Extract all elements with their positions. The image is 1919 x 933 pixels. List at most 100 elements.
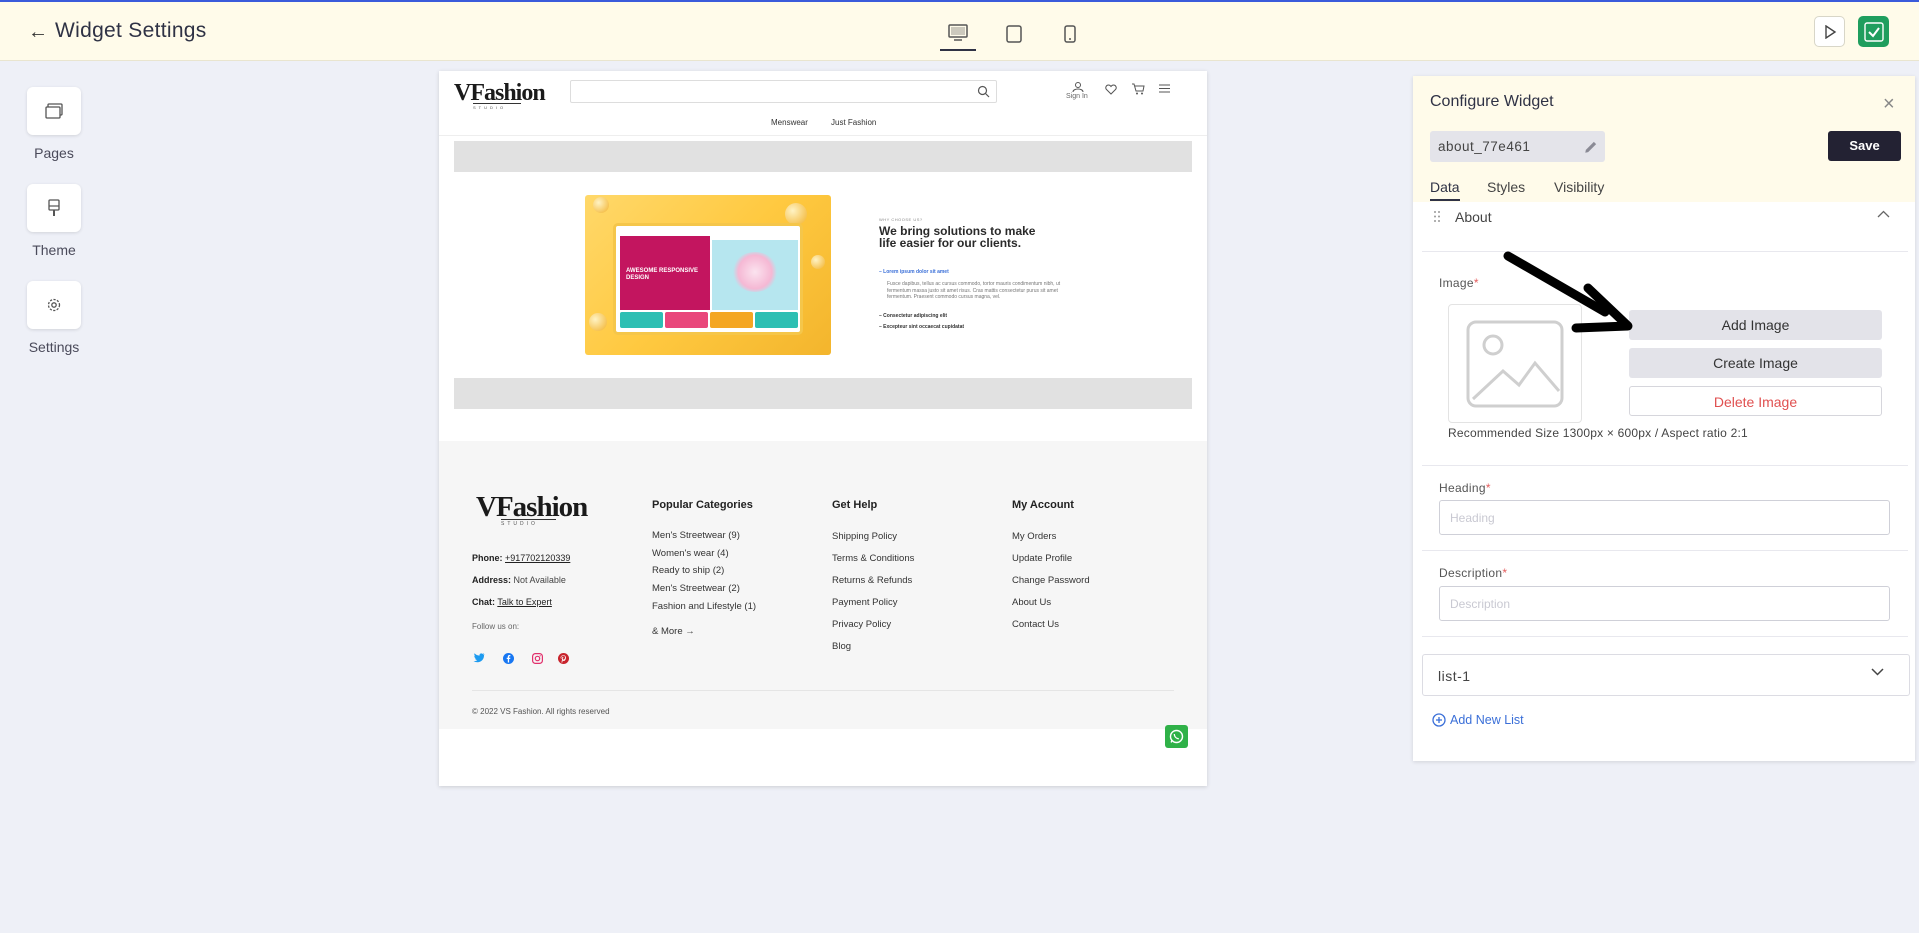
footer-link[interactable]: Blog (832, 641, 851, 652)
footer-phone-link[interactable]: +917702120339 (505, 553, 570, 563)
footer-link[interactable]: Returns & Refunds (832, 575, 912, 586)
hero-decor-ball (811, 255, 825, 269)
description-input[interactable] (1439, 586, 1890, 621)
rail-item-settings[interactable]: Settings (27, 281, 81, 355)
section-title-about: About (1455, 209, 1492, 225)
back-arrow-icon[interactable]: ← (26, 20, 50, 44)
footer-link[interactable]: About Us (1012, 597, 1051, 608)
facebook-icon[interactable] (501, 651, 515, 665)
hero-monitor-left-panel: AWESOME RESPONSIVE DESIGN (620, 236, 710, 310)
about-list-item-text: Excepteur sint occaecat cupidatat (883, 324, 965, 330)
hero-decor-ball (785, 203, 807, 225)
annotation-arrow-icon (1503, 251, 1633, 333)
user-icon[interactable] (1072, 81, 1084, 93)
hero-monitor-right-panel (712, 240, 798, 310)
play-icon (1824, 24, 1836, 39)
preview-menu-just-fashion[interactable]: Just Fashion (831, 118, 876, 127)
top-bar: ← Widget Settings (0, 0, 1919, 61)
preview-header-divider (439, 135, 1207, 136)
footer-link[interactable]: Contact Us (1012, 619, 1059, 630)
rail-theme-box[interactable] (27, 184, 81, 232)
tab-data[interactable]: Data (1430, 179, 1460, 201)
footer-link[interactable]: Men's Streetwear (9) (652, 530, 740, 541)
pinterest-icon[interactable] (556, 651, 570, 665)
chevron-up-icon[interactable] (1877, 210, 1890, 218)
tab-visibility[interactable]: Visibility (1554, 179, 1604, 199)
footer-link[interactable]: Shipping Policy (832, 531, 897, 542)
site-preview[interactable]: VFashion STUDIO Sign In Menswear Just Fa… (439, 71, 1207, 786)
drag-handle-icon[interactable] (1433, 210, 1441, 223)
rail-label-settings: Settings (28, 339, 80, 355)
rail-settings-box[interactable] (27, 281, 81, 329)
preview-search-bar[interactable] (570, 80, 997, 103)
delete-image-button[interactable]: Delete Image (1629, 386, 1882, 416)
about-hero-image[interactable]: AWESOME RESPONSIVE DESIGN (585, 195, 831, 355)
save-button[interactable]: Save (1828, 131, 1901, 161)
footer-link[interactable]: Update Profile (1012, 553, 1072, 564)
about-body-text: Fusce dapibus, tellus ac cursus commodo,… (887, 281, 1061, 300)
footer-follow-label: Follow us on: (472, 622, 520, 631)
hero-decor-ball (589, 313, 607, 331)
chevron-down-icon[interactable] (1871, 668, 1884, 676)
tab-styles[interactable]: Styles (1487, 179, 1525, 199)
footer-link[interactable]: My Orders (1012, 531, 1056, 542)
search-icon (977, 85, 990, 98)
close-icon[interactable]: × (1883, 94, 1903, 114)
tablet-view-button[interactable] (996, 17, 1032, 51)
preview-placeholder-bar-top (454, 141, 1192, 172)
instagram-icon[interactable] (530, 651, 544, 665)
description-label: Description* (1439, 566, 1508, 580)
mobile-icon (1064, 25, 1076, 43)
image-label: Image* (1439, 276, 1479, 290)
section-about-header[interactable]: About (1422, 202, 1908, 232)
hero-monitor-tiles (620, 312, 798, 328)
menu-icon[interactable] (1159, 84, 1170, 93)
add-image-button[interactable]: Add Image (1629, 310, 1882, 340)
add-new-list-link[interactable]: Add New List (1432, 713, 1524, 727)
gear-icon (47, 298, 61, 312)
footer-link[interactable]: Fashion and Lifestyle (1) (652, 601, 756, 612)
preview-menu-menswear[interactable]: Menswear (771, 118, 808, 127)
about-list-item: – Lorem ipsum dolor sit amet (879, 269, 949, 275)
footer-link[interactable]: Men's Streetwear (2) (652, 583, 740, 594)
hero-decor-ball (593, 197, 609, 213)
footer-link[interactable]: Privacy Policy (832, 619, 891, 630)
publish-check-button[interactable] (1858, 16, 1889, 47)
heart-icon[interactable] (1105, 84, 1117, 95)
page-title: Widget Settings (55, 19, 207, 42)
footer-col-title-account: My Account (1012, 499, 1074, 511)
footer-link[interactable]: Ready to ship (2) (652, 565, 724, 576)
heading-input[interactable] (1439, 500, 1890, 535)
hero-monitor: AWESOME RESPONSIVE DESIGN (613, 223, 803, 335)
preview-play-button[interactable] (1814, 16, 1845, 47)
preview-signin[interactable]: Sign In (1066, 93, 1088, 100)
rail-pages-box[interactable] (27, 87, 81, 135)
preview-footer: VFashion STUDIO Phone: +917702120339 Add… (439, 441, 1207, 729)
footer-link[interactable]: Payment Policy (832, 597, 897, 608)
list-1-accordion[interactable]: list-1 (1422, 654, 1910, 696)
footer-chat-link[interactable]: Talk to Expert (497, 597, 552, 607)
cart-icon[interactable] (1131, 83, 1145, 95)
footer-more-link[interactable]: & More → (652, 626, 695, 637)
hero-monitor-text: AWESOME RESPONSIVE DESIGN (626, 268, 699, 281)
rail-label-pages: Pages (34, 145, 74, 161)
footer-link[interactable]: Change Password (1012, 575, 1090, 586)
whatsapp-icon[interactable] (1165, 725, 1188, 748)
mobile-view-button[interactable] (1052, 17, 1088, 51)
footer-link[interactable]: Terms & Conditions (832, 553, 914, 564)
field-divider (1422, 465, 1908, 466)
plus-circle-icon (1432, 713, 1446, 727)
footer-link[interactable]: Women's wear (4) (652, 548, 729, 559)
create-image-button[interactable]: Create Image (1629, 348, 1882, 378)
about-section-label: WHY CHOOSE US? (879, 217, 923, 222)
desktop-view-button[interactable] (940, 17, 976, 51)
twitter-icon[interactable] (472, 651, 486, 665)
rail-item-theme[interactable]: Theme (27, 184, 81, 258)
rail-item-pages[interactable]: Pages (27, 87, 81, 161)
pencil-icon[interactable] (1583, 139, 1599, 155)
about-list-item-text: Lorem ipsum dolor sit amet (883, 269, 949, 275)
footer-copyright: © 2022 VS Fashion. All rights reserved (472, 707, 610, 716)
footer-col-title-help: Get Help (832, 499, 878, 511)
widget-name-field[interactable]: about_77e461 (1430, 131, 1605, 162)
field-divider (1422, 550, 1908, 551)
